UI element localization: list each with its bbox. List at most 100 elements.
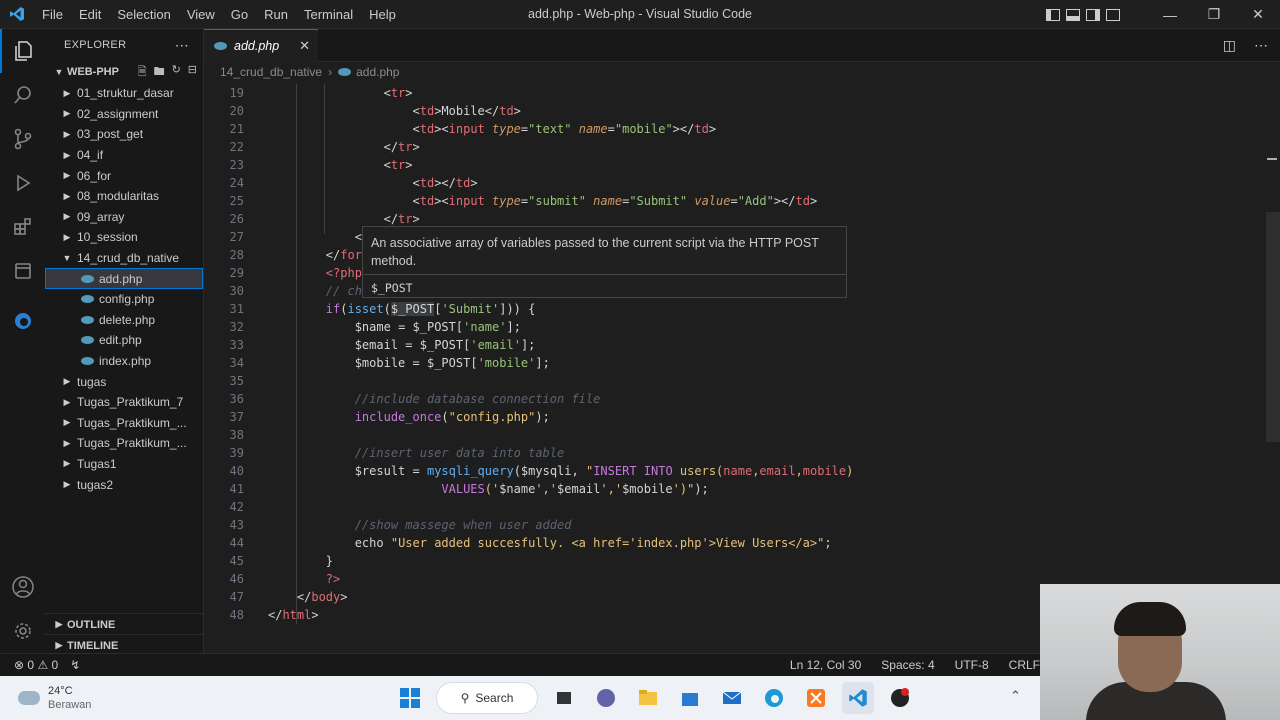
- chevron-right-icon: ▶: [63, 108, 71, 119]
- remote-explorer-icon[interactable]: [0, 249, 45, 293]
- tab-add-php[interactable]: add.php ✕: [204, 29, 318, 62]
- tree-file[interactable]: add.php: [45, 268, 203, 289]
- tray-chevron-icon[interactable]: ⌃: [1010, 688, 1021, 704]
- close-tab-icon[interactable]: ✕: [299, 38, 310, 54]
- tree-file[interactable]: index.php: [45, 351, 203, 372]
- tree-folder[interactable]: ▶ Tugas_Praktikum_...: [45, 433, 203, 454]
- weather-widget[interactable]: 24°C Berawan: [18, 684, 91, 712]
- menu-edit[interactable]: Edit: [71, 0, 109, 29]
- tree-item-label: 01_struktur_dasar: [77, 86, 174, 101]
- tree-item-label: tugas2: [77, 477, 114, 492]
- edge-devtools-icon[interactable]: [0, 299, 45, 343]
- tree-folder[interactable]: ▶ 02_assignment: [45, 104, 203, 125]
- tree-folder[interactable]: ▶ 10_session: [45, 227, 203, 248]
- tree-item-label: Tugas1: [77, 456, 117, 471]
- store-icon[interactable]: [674, 682, 706, 714]
- tree-file[interactable]: config.php: [45, 289, 203, 310]
- php-file-icon: [81, 336, 94, 345]
- tree-folder[interactable]: ▶ tugas2: [45, 474, 203, 495]
- encoding[interactable]: UTF-8: [955, 658, 989, 672]
- chevron-right-icon: ▶: [63, 396, 71, 407]
- tree-folder[interactable]: ▼ 14_crud_db_native: [45, 248, 203, 269]
- tree-item-label: 04_if: [77, 148, 104, 163]
- php-file-icon: [338, 68, 352, 76]
- search-icon[interactable]: [0, 73, 45, 117]
- menu-go[interactable]: Go: [223, 0, 256, 29]
- search-label: Search: [475, 691, 514, 705]
- maximize-icon[interactable]: ❐: [1192, 0, 1236, 29]
- obs-icon[interactable]: [884, 682, 916, 714]
- tree-folder[interactable]: ▶ 08_modularitas: [45, 186, 203, 207]
- chevron-right-icon: ▶: [55, 640, 63, 650]
- temperature: 24°C: [48, 685, 73, 697]
- line-ending[interactable]: CRLF: [1009, 658, 1040, 672]
- php-file-icon: [214, 42, 227, 50]
- menu-run[interactable]: Run: [256, 0, 296, 29]
- menu-selection[interactable]: Selection: [109, 0, 178, 29]
- outline-section[interactable]: ▶ OUTLINE: [45, 613, 204, 635]
- chevron-right-icon: ▶: [63, 376, 71, 387]
- toggle-panel-icon[interactable]: [1066, 8, 1080, 21]
- toggle-secondary-sidebar-icon[interactable]: [1086, 8, 1100, 21]
- collapse-all-icon[interactable]: ⊟: [188, 63, 197, 82]
- refresh-icon[interactable]: ↻: [172, 63, 181, 82]
- tree-folder[interactable]: ▶ 03_post_get: [45, 124, 203, 145]
- accounts-icon[interactable]: [0, 565, 45, 609]
- tree-file[interactable]: edit.php: [45, 330, 203, 351]
- file-explorer-icon[interactable]: [632, 682, 664, 714]
- cloud-icon: [18, 691, 40, 705]
- tree-item-label: 09_array: [77, 209, 125, 224]
- menu-file[interactable]: File: [34, 0, 71, 29]
- task-view-icon[interactable]: [548, 682, 580, 714]
- tree-folder[interactable]: ▶ 09_array: [45, 207, 203, 228]
- breadcrumb-folder[interactable]: 14_crud_db_native: [220, 65, 322, 79]
- mail-icon[interactable]: [716, 682, 748, 714]
- new-file-icon[interactable]: 🗎: [138, 63, 147, 82]
- taskbar-search[interactable]: ⚲ Search: [436, 682, 538, 714]
- menu-help[interactable]: Help: [361, 0, 404, 29]
- extensions-icon[interactable]: [0, 205, 45, 249]
- teams-chat-icon[interactable]: [590, 682, 622, 714]
- code-editor[interactable]: 19 <tr> 20 <td>Mobile</td> 21 <td><input…: [204, 84, 1266, 652]
- toggle-primary-sidebar-icon[interactable]: [1046, 8, 1060, 21]
- minimize-icon[interactable]: —: [1148, 0, 1192, 29]
- more-actions-icon[interactable]: ⋯: [175, 37, 189, 54]
- edge-browser-icon[interactable]: [758, 682, 790, 714]
- title-bar: File Edit Selection View Go Run Terminal…: [0, 0, 1280, 29]
- split-editor-icon[interactable]: ◫: [1223, 37, 1236, 54]
- menu-view[interactable]: View: [179, 0, 223, 29]
- vscode-taskbar-icon[interactable]: [842, 682, 874, 714]
- tree-folder[interactable]: ▶ tugas: [45, 371, 203, 392]
- weather-condition: Berawan: [48, 699, 92, 711]
- explorer-icon[interactable]: [0, 29, 45, 73]
- new-folder-icon[interactable]: 🖿: [154, 63, 165, 82]
- indentation[interactable]: Spaces: 4: [881, 658, 934, 672]
- tree-folder[interactable]: ▶ 01_struktur_dasar: [45, 83, 203, 104]
- tree-item-label: Tugas_Praktikum_7: [77, 395, 184, 410]
- menu-terminal[interactable]: Terminal: [296, 0, 361, 29]
- vertical-scrollbar[interactable]: [1266, 212, 1280, 442]
- tree-folder[interactable]: ▶ Tugas_Praktikum_...: [45, 413, 203, 434]
- tree-file[interactable]: delete.php: [45, 310, 203, 331]
- lightning-icon[interactable]: ↯: [70, 658, 80, 672]
- search-icon: ⚲: [460, 691, 470, 705]
- manage-gear-icon[interactable]: [0, 609, 45, 653]
- customize-layout-icon[interactable]: [1106, 8, 1120, 21]
- breadcrumb: 14_crud_db_native › add.php: [220, 62, 399, 82]
- problems-indicator[interactable]: ⊗ 0 ⚠ 0: [14, 658, 58, 672]
- tree-item-label: Tugas_Praktikum_...: [77, 436, 187, 451]
- tree-folder[interactable]: ▶ 04_if: [45, 145, 203, 166]
- breadcrumb-file[interactable]: add.php: [356, 65, 399, 79]
- xampp-icon[interactable]: [800, 682, 832, 714]
- workspace-row[interactable]: ▼ WEB-PHP 🗎 🖿 ↻ ⊟: [45, 61, 203, 83]
- chevron-right-icon: ▶: [63, 231, 71, 242]
- close-window-icon[interactable]: ✕: [1236, 0, 1280, 29]
- more-actions-icon[interactable]: ⋯: [1254, 37, 1268, 54]
- source-control-icon[interactable]: [0, 117, 45, 161]
- tree-folder[interactable]: ▶ 06_for: [45, 165, 203, 186]
- run-debug-icon[interactable]: [0, 161, 45, 205]
- windows-start-icon[interactable]: [394, 682, 426, 714]
- tree-folder[interactable]: ▶ Tugas1: [45, 454, 203, 475]
- cursor-position[interactable]: Ln 12, Col 30: [790, 658, 861, 672]
- tree-folder[interactable]: ▶ Tugas_Praktikum_7: [45, 392, 203, 413]
